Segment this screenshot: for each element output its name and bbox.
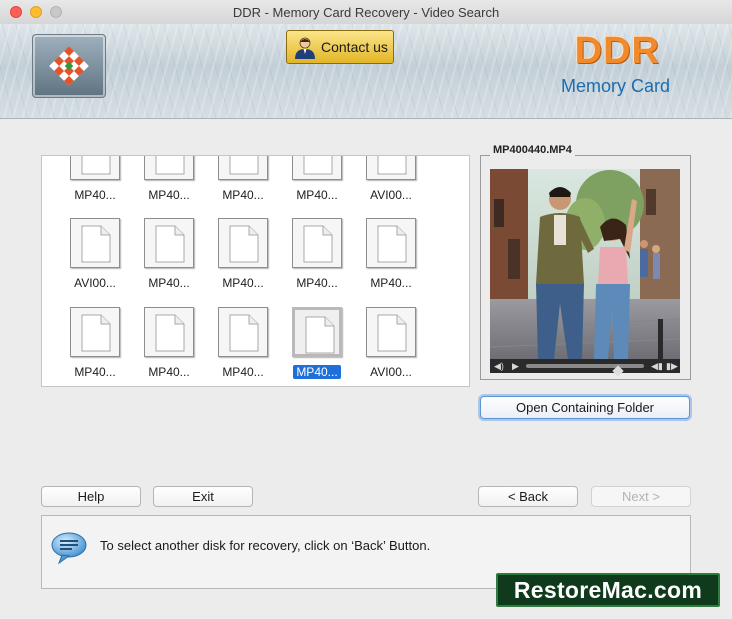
file-name-label: MP40...	[74, 188, 116, 202]
file-name-label: MP40...	[296, 188, 338, 202]
file-name-label: MP40...	[222, 188, 264, 202]
file-icon	[218, 218, 268, 268]
brand-subtitle: Memory Card	[560, 76, 670, 96]
file-icon	[144, 307, 194, 357]
file-name-label: MP40...	[148, 188, 190, 202]
playback-timeline[interactable]	[526, 364, 644, 377]
help-button[interactable]: Help	[41, 486, 141, 507]
file-icon	[70, 156, 120, 180]
file-icon	[366, 156, 416, 180]
window-title: DDR - Memory Card Recovery - Video Searc…	[232, 5, 500, 20]
play-icon[interactable]: ▶	[512, 361, 519, 371]
back-button[interactable]: < Back	[478, 486, 578, 507]
exit-button[interactable]: Exit	[153, 486, 253, 507]
file-icon	[70, 218, 120, 268]
file-name-label: MP40...	[148, 276, 190, 290]
app-window: DDR - Memory Card Recovery - Video Searc…	[0, 0, 732, 619]
file-name-label: AVI00...	[370, 188, 412, 202]
file-name-label: MP40...	[74, 365, 116, 379]
rewind-icon[interactable]: ◀▮	[651, 361, 663, 371]
preview-filename: MP400440.MP4	[490, 144, 575, 156]
file-name-label: AVI00...	[74, 276, 116, 290]
file-name-label: MP40...	[370, 276, 412, 290]
info-message: To select another disk for recovery, cli…	[100, 538, 431, 553]
file-icon	[366, 307, 416, 357]
file-name-label: AVI00...	[370, 365, 412, 379]
file-icon	[218, 156, 268, 180]
file-icon	[366, 218, 416, 268]
video-preview[interactable]	[490, 169, 680, 359]
file-icon	[70, 307, 120, 357]
support-person-icon	[295, 37, 315, 59]
file-icon	[144, 218, 194, 268]
file-icon	[292, 307, 342, 357]
contact-us-button[interactable]: Contact us	[286, 30, 394, 64]
brand-title: DDR	[574, 30, 660, 72]
header-banner: Contact us DDR Memory Card	[0, 24, 732, 119]
file-name-label: MP40...	[296, 276, 338, 290]
title-bar: DDR - Memory Card Recovery - Video Searc…	[0, 0, 732, 25]
file-icon	[218, 307, 268, 357]
contact-us-label: Contact us	[321, 39, 388, 55]
file-thumbnail-grid: MP40... MP40... MP40... MP40... AVI00... AVI0…	[41, 155, 470, 387]
forward-icon[interactable]: ▮▶	[666, 361, 678, 371]
app-logo	[32, 34, 106, 98]
file-name-label: MP40...	[222, 276, 264, 290]
file-name-label: MP40...	[282, 365, 352, 379]
video-controls: ◀) ▶ ◀▮ ▮▶	[490, 359, 680, 377]
volume-icon[interactable]: ◀)	[494, 361, 504, 371]
file-icon	[292, 156, 342, 180]
file-icon	[292, 218, 342, 268]
next-button[interactable]: Next >	[591, 486, 691, 507]
open-containing-folder-button[interactable]: Open Containing Folder	[480, 396, 690, 419]
watermark-badge: RestoreMac.com	[496, 573, 720, 607]
file-icon	[144, 156, 194, 180]
file-name-label: MP40...	[222, 365, 264, 379]
video-frame-image	[490, 169, 680, 359]
checkered-logo-icon	[49, 46, 89, 86]
file-name-label: MP40...	[148, 365, 190, 379]
speech-bubble-icon	[51, 532, 87, 565]
